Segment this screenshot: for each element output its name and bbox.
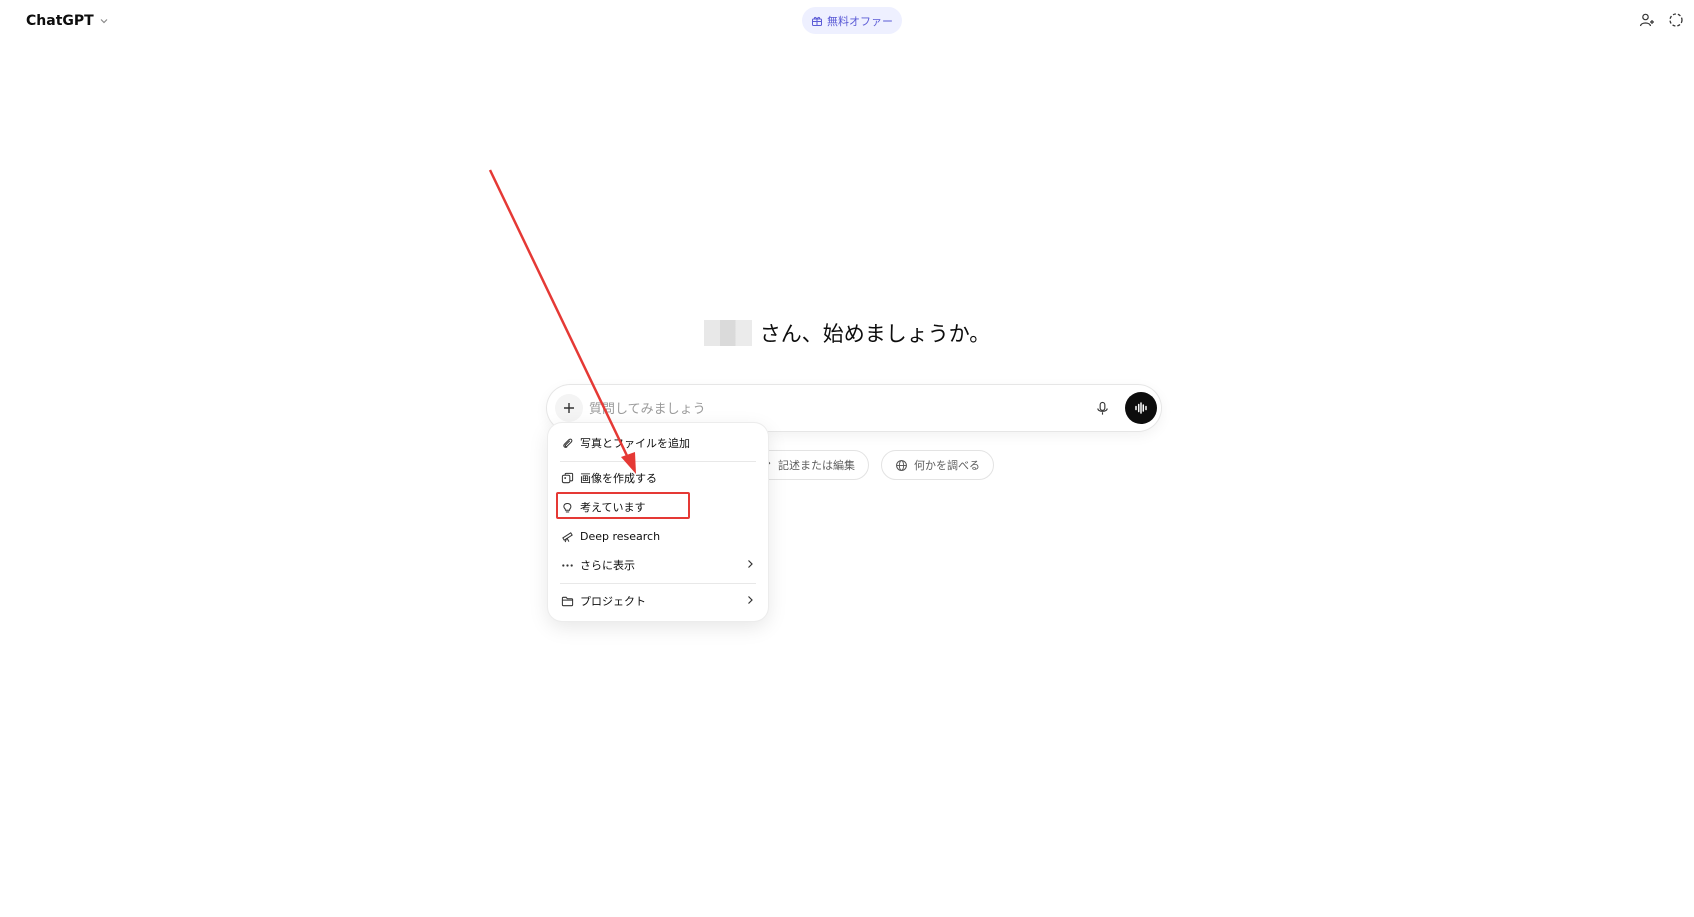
waveform-icon [1135,402,1147,414]
menu-item-label: Deep research [580,529,661,543]
voice-mode-button[interactable] [1125,392,1157,424]
greeting-text: さん、始めましょうか。 [759,322,991,346]
globe-icon [896,459,907,471]
temporary-chat-icon[interactable] [1666,10,1686,30]
dictate-button[interactable] [1092,398,1112,418]
greeting-heading: さん、始めましょうか。 [0,318,1694,348]
chip-label: 何かを調べる [914,459,980,472]
chip-research-something[interactable]: 何かを調べる [881,450,994,480]
more-dots-icon [560,558,574,572]
redacted-user-name [703,320,752,346]
share-person-icon[interactable] [1637,10,1657,30]
menu-item-thinking[interactable]: 考えています [560,495,756,519]
menu-divider [560,461,756,462]
telescope-icon [560,529,574,543]
microphone-icon [1096,401,1108,415]
chevron-right-icon [748,560,753,568]
menu-item-project[interactable]: プロジェクト [560,589,756,613]
menu-item-label: さらに表示 [580,559,635,572]
chevron-right-icon [748,596,753,604]
menu-item-label: 画像を作成する [580,472,657,485]
plus-icon [564,403,574,413]
chevron-down-icon [100,19,108,24]
menu-item-show-more[interactable]: さらに表示 [560,553,756,577]
offer-label: 無料オファー [827,14,893,28]
menu-item-deep-research[interactable]: Deep research [560,524,756,548]
free-offer-button[interactable]: 無料オファー [802,7,902,34]
model-selector[interactable]: ChatGPT [26,10,110,32]
menu-item-add-photos-files[interactable]: 写真とファイルを追加 [560,431,756,455]
menu-item-create-image[interactable]: 画像を作成する [560,466,756,490]
folder-icon [560,594,574,608]
chip-label: 記述または編集 [778,459,855,472]
paperclip-icon [560,436,574,450]
menu-item-label: 写真とファイルを追加 [580,437,690,450]
menu-item-label: プロジェクト [580,595,646,608]
add-attachment-button[interactable] [555,394,583,422]
menu-item-label: 考えています [580,501,646,514]
prompt-input[interactable] [587,395,1041,423]
gift-icon [812,16,822,26]
menu-divider [560,583,756,584]
app-title: ChatGPT [26,13,94,29]
image-icon [560,471,574,485]
tools-menu: 写真とファイルを追加 画像を作成する 考えています Deep research … [548,423,768,621]
lightbulb-icon [560,500,574,514]
